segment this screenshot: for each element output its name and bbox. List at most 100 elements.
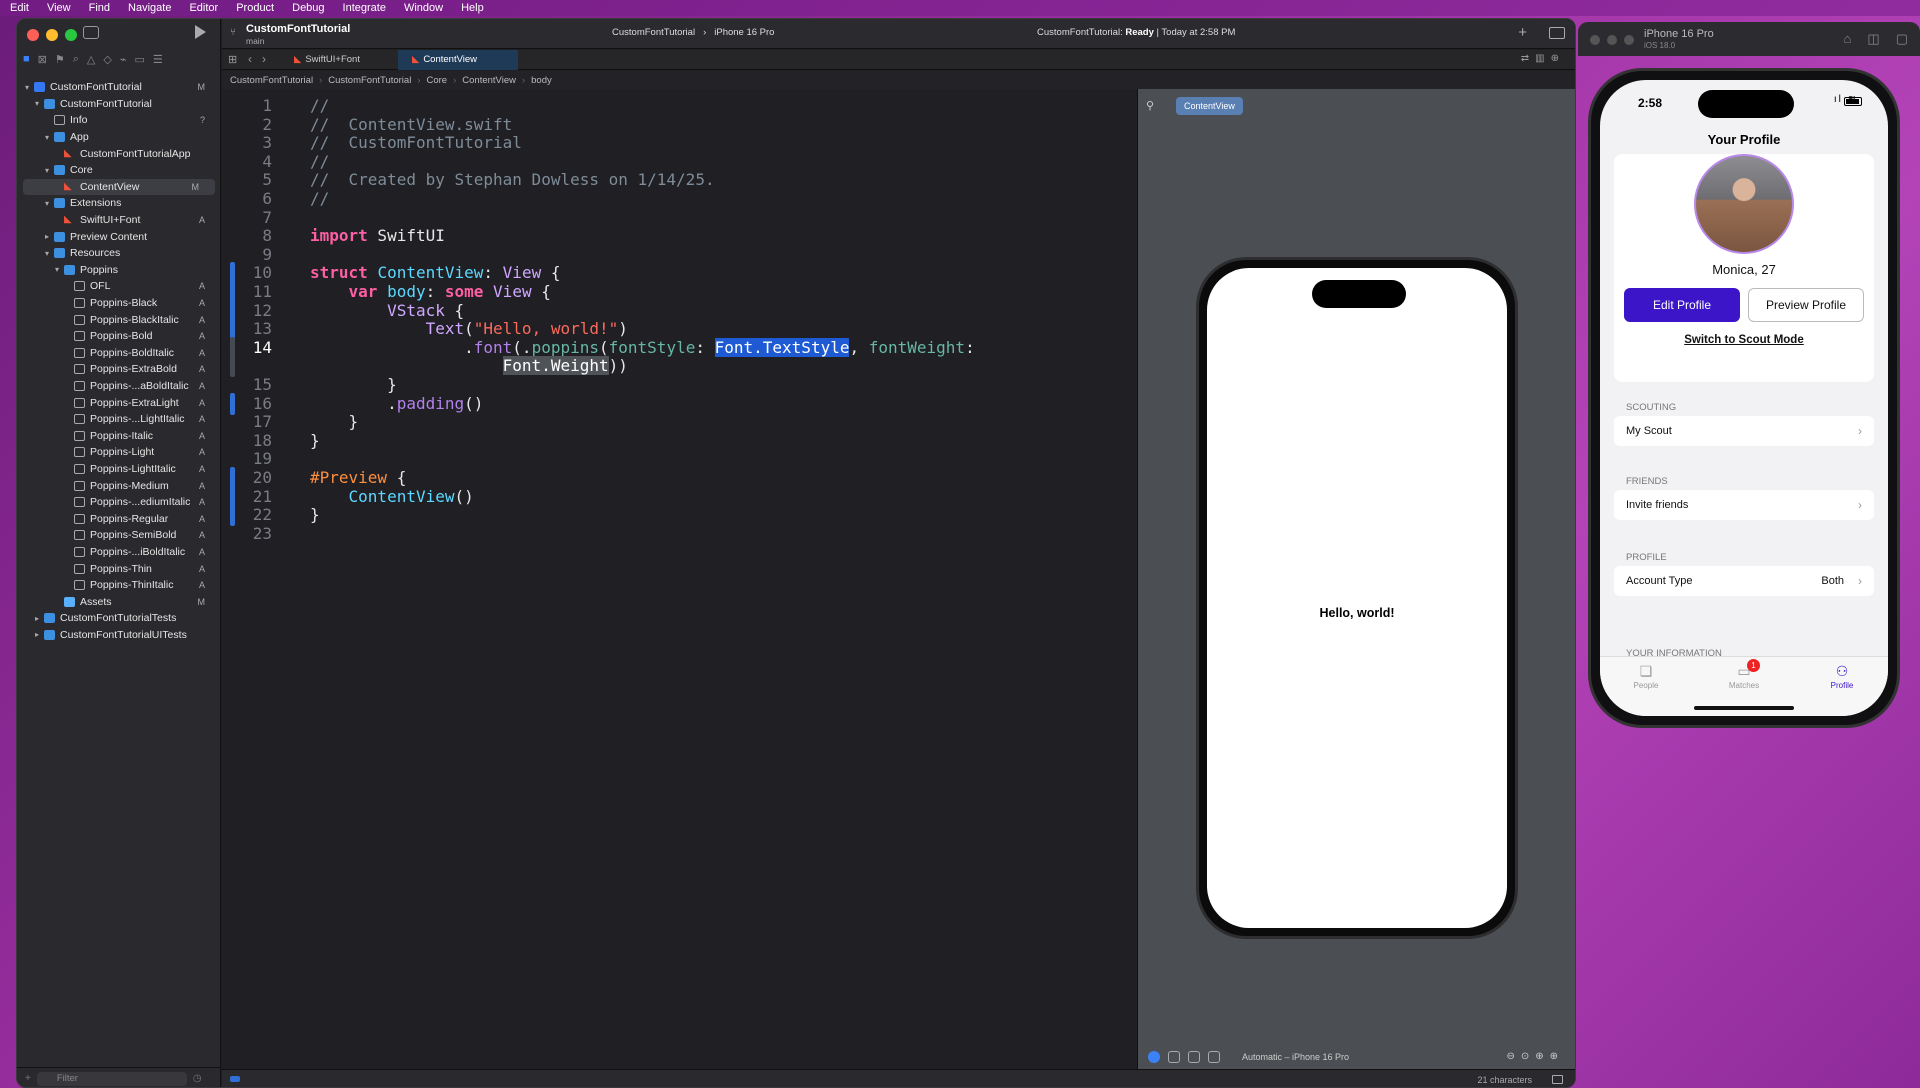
chevron-right-icon[interactable]: ▸ [45,232,54,241]
pin-icon[interactable]: ⚲ [1146,99,1154,112]
rotate-icon[interactable]: ▢ [1896,31,1908,47]
tree-item[interactable]: ▾ Core [17,162,221,179]
filter-input[interactable]: Filter [36,1071,187,1086]
branch-name[interactable]: main [246,36,264,46]
inspector-toggle-icon[interactable] [1549,27,1565,39]
menu-edit[interactable]: Edit [10,2,29,14]
selectable-mode-icon[interactable] [1168,1051,1180,1063]
switch-scout-mode-link[interactable]: Switch to Scout Mode [1614,334,1874,346]
tree-item[interactable]: Poppins-ThinItalic A [17,577,221,594]
tab-people[interactable]: ❏ People [1616,663,1676,690]
tab-profile[interactable]: ⚇ Profile [1812,663,1872,690]
edit-profile-button[interactable]: Edit Profile [1624,288,1740,322]
menu-find[interactable]: Find [89,2,110,14]
tree-item[interactable]: Poppins-...LightItalic A [17,411,221,428]
tab-contentview[interactable]: ◣ ContentView [398,50,518,70]
menu-window[interactable]: Window [404,2,443,14]
chevron-right-icon[interactable]: ▸ [35,630,44,639]
device-select[interactable]: Automatic – iPhone 16 Pro [1242,1052,1349,1062]
row-account-type[interactable]: Account Type Both › [1614,566,1874,596]
chevron-down-icon[interactable]: ▾ [55,265,64,274]
tree-item[interactable]: Poppins-ExtraBold A [17,361,221,378]
project-title[interactable]: CustomFontTutorial [246,23,350,35]
sidebar-toggle-icon[interactable] [83,26,99,39]
tree-item[interactable]: ▸ Preview Content [17,228,221,245]
tree-item[interactable]: Poppins-BoldItalic A [17,345,221,362]
tree-item[interactable]: ▾ Extensions [17,195,221,212]
tree-item[interactable]: Poppins-Thin A [17,560,221,577]
breadcrumb-file[interactable]: ContentView [462,75,516,86]
menu-product[interactable]: Product [236,2,274,14]
avatar[interactable] [1694,154,1794,254]
tree-item[interactable]: ◣ SwiftUI+Font A [17,212,221,229]
close-window-button[interactable] [27,29,39,41]
menu-integrate[interactable]: Integrate [343,2,386,14]
library-add-icon[interactable]: + [1518,24,1527,41]
warning-icon[interactable]: △ [87,53,95,66]
breadcrumb-symbol[interactable]: body [531,75,552,86]
report-icon[interactable]: ☰ [153,53,163,66]
tree-item[interactable]: Poppins-Bold A [17,328,221,345]
add-icon[interactable]: + [25,1073,31,1084]
tree-item[interactable]: OFL A [17,278,221,295]
code-line[interactable]: 23 [222,523,1137,545]
bookmark-icon[interactable]: ⚑ [55,53,65,66]
preview-profile-button[interactable]: Preview Profile [1748,288,1864,322]
screenshot-icon[interactable]: ◫ [1867,31,1879,47]
chevron-down-icon[interactable]: ▾ [35,99,44,108]
chevron-down-icon[interactable]: ▾ [25,83,34,92]
tree-item[interactable]: ◣ ContentView M [23,178,215,196]
code-editor[interactable]: 1//2// ContentView.swift 3// CustomFontTu… [222,89,1137,1069]
tree-item[interactable]: Poppins-Light A [17,444,221,461]
tree-item[interactable]: ▸ CustomFontTutorialTests [17,610,221,627]
tree-item[interactable]: ▾ CustomFontTutorial M [17,79,221,96]
menu-debug[interactable]: Debug [292,2,324,14]
menu-help[interactable]: Help [461,2,484,14]
tree-item[interactable]: Poppins-...iBoldItalic A [17,544,221,561]
live-mode-icon[interactable] [1148,1051,1160,1063]
tree-item[interactable]: Poppins-Regular A [17,510,221,527]
tree-item[interactable]: Poppins-SemiBold A [17,527,221,544]
search-icon[interactable]: ⌕ [73,53,79,66]
grid-icon[interactable]: ⊞ [228,53,237,66]
tree-item[interactable]: ▾ Poppins [17,262,221,279]
chevron-right-icon[interactable]: › [262,52,266,66]
chevron-down-icon[interactable]: ▾ [45,166,54,175]
breadcrumb-folder[interactable]: CustomFontTutorial [328,75,411,86]
preview-chip[interactable]: ContentView [1176,97,1243,115]
tree-item[interactable]: Poppins-...ediumItalic A [17,494,221,511]
minimize-window-button[interactable] [1607,35,1617,45]
home-icon[interactable]: ⌂ [1844,31,1852,47]
tree-item[interactable]: Poppins-Italic A [17,427,221,444]
test-icon[interactable]: ◇ [103,53,111,66]
clock-icon[interactable]: ◷ [193,1073,202,1084]
tree-item[interactable]: ▾ App [17,129,221,146]
run-icon[interactable] [195,25,206,39]
tab-swiftui-font[interactable]: ◣ SwiftUI+Font [280,50,398,70]
chevron-right-icon[interactable]: ▸ [35,614,44,623]
editor-options-icon[interactable]: ⇄▥⊕ [1521,53,1565,64]
chevron-down-icon[interactable]: ▾ [45,249,54,258]
tree-item[interactable]: Poppins-BlackItalic A [17,311,221,328]
chevron-left-icon[interactable]: ‹ [248,52,252,66]
zoom-window-button[interactable] [1624,35,1634,45]
tree-item[interactable]: Assets M [17,593,221,610]
menu-navigate[interactable]: Navigate [128,2,171,14]
breadcrumb-project[interactable]: CustomFontTutorial [230,75,313,86]
chevron-down-icon[interactable]: ▾ [45,133,54,142]
tree-item[interactable]: ▾ CustomFontTutorial [17,96,221,113]
debug-panel-icon[interactable] [1552,1075,1563,1084]
close-window-button[interactable] [1590,35,1600,45]
breakpoint-icon[interactable]: ▭ [134,53,144,66]
folder-icon[interactable]: ■ [23,53,30,66]
tree-item[interactable]: ◣ CustomFontTutorialApp [17,145,221,162]
tab-matches[interactable]: ▭ 1 Matches [1714,659,1774,690]
tree-item[interactable]: Poppins-LightItalic A [17,461,221,478]
zoom-controls-icon[interactable]: ⊖⊙⊕⊕ [1506,1051,1564,1062]
breadcrumb-group[interactable]: Core [427,75,448,86]
scheme-selector[interactable]: CustomFontTutorial › iPhone 16 Pro [612,27,774,38]
variants-icon[interactable] [1188,1051,1200,1063]
tree-item[interactable]: ▾ Resources [17,245,221,262]
minimize-window-button[interactable] [46,29,58,41]
tree-item[interactable]: Info? [17,112,221,129]
